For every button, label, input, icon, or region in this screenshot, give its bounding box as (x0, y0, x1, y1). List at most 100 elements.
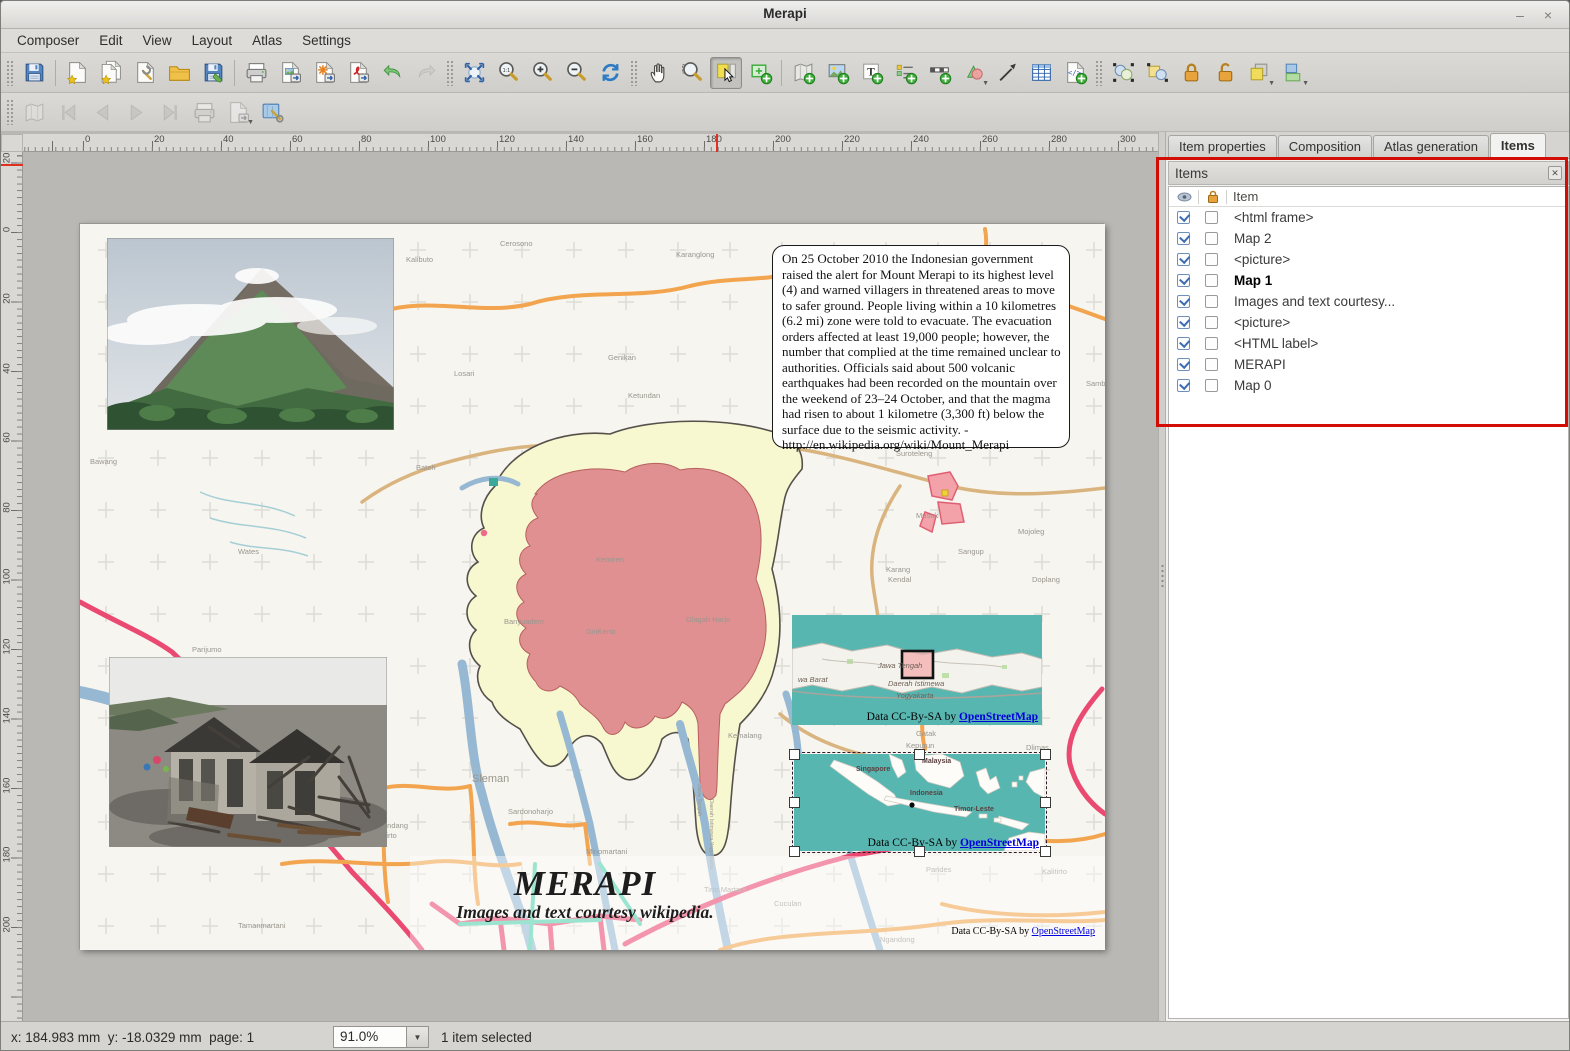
lock-items-button[interactable] (1175, 57, 1207, 89)
visibility-checkbox[interactable] (1177, 232, 1190, 245)
pan-button[interactable] (642, 57, 674, 89)
selection-handle[interactable] (789, 846, 800, 857)
previous-feature-button[interactable] (86, 96, 118, 128)
zoom-tool-button[interactable] (676, 57, 708, 89)
add-label-button[interactable]: T (855, 57, 887, 89)
zoom-level-value[interactable]: 91.0% (333, 1026, 407, 1048)
duplicate-composition-button[interactable] (95, 57, 127, 89)
lock-checkbox[interactable] (1205, 253, 1218, 266)
lock-checkbox[interactable] (1205, 337, 1218, 350)
selection-handle[interactable] (914, 749, 925, 760)
items-tree[interactable]: Item <html frame>Map 2<picture>Map 1Imag… (1168, 186, 1569, 1019)
lock-checkbox[interactable] (1205, 274, 1218, 287)
panel-close-icon[interactable]: ✕ (1548, 166, 1562, 180)
zoom-out-button[interactable] (560, 57, 592, 89)
osm-link[interactable]: OpenStreetMap (1032, 926, 1095, 937)
selection-handle[interactable] (789, 797, 800, 808)
osm-link[interactable]: OpenStreetMap (959, 711, 1038, 723)
preview-atlas-button[interactable] (18, 96, 50, 128)
zoom-actual-size-button[interactable]: 1:1 (492, 57, 524, 89)
visibility-checkbox[interactable] (1177, 379, 1190, 392)
lock-checkbox[interactable] (1205, 211, 1218, 224)
first-feature-button[interactable] (52, 96, 84, 128)
menu-edit[interactable]: Edit (89, 31, 132, 50)
new-composition-button[interactable] (61, 57, 93, 89)
visibility-checkbox[interactable] (1177, 211, 1190, 224)
zoom-full-button[interactable] (458, 57, 490, 89)
add-legend-button[interactable] (889, 57, 921, 89)
composition-page[interactable]: CerosonoKaranglongKalibutoWanujoyoGenika… (79, 223, 1104, 949)
add-arrow-button[interactable] (991, 57, 1023, 89)
select-move-item-button[interactable] (710, 57, 742, 89)
move-item-content-button[interactable] (744, 57, 776, 89)
last-feature-button[interactable] (154, 96, 186, 128)
export-as-svg-button[interactable] (308, 57, 340, 89)
map-title-block[interactable]: MERAPI Images and text courtesy wikipedi… (410, 864, 760, 923)
item-row[interactable]: <picture> (1169, 312, 1568, 333)
item-row[interactable]: Map 2 (1169, 228, 1568, 249)
add-image-button[interactable] (821, 57, 853, 89)
redo-button[interactable] (410, 57, 442, 89)
selection-handle[interactable] (1040, 749, 1051, 760)
save-as-template-button[interactable] (197, 57, 229, 89)
add-shape-button[interactable]: ▼ (957, 57, 989, 89)
align-items-dropdown-arrow-icon[interactable]: ▼ (1302, 80, 1309, 87)
courtesy-label[interactable]: Images and text courtesy wikipedia. (410, 902, 760, 923)
item-row[interactable]: Images and text courtesy... (1169, 291, 1568, 312)
merapi-title-label[interactable]: MERAPI (410, 864, 760, 904)
toolbar-grip-handle[interactable] (1095, 60, 1103, 86)
export-atlas-dropdown-arrow-icon[interactable]: ▼ (247, 119, 254, 126)
menu-layout[interactable]: Layout (182, 31, 243, 50)
item-row[interactable]: Map 1 (1169, 270, 1568, 291)
item-row[interactable]: Map 0 (1169, 375, 1568, 396)
print-atlas-button[interactable] (188, 96, 220, 128)
unlock-items-button[interactable] (1209, 57, 1241, 89)
toolbar-grip-handle[interactable] (446, 60, 454, 86)
item-row[interactable]: <html frame> (1169, 207, 1568, 228)
lock-checkbox[interactable] (1205, 379, 1218, 392)
lock-checkbox[interactable] (1205, 295, 1218, 308)
menu-atlas[interactable]: Atlas (242, 31, 292, 50)
visibility-checkbox[interactable] (1177, 316, 1190, 329)
title-bar[interactable]: Merapi – × (1, 1, 1569, 29)
tab-atlas-generation[interactable]: Atlas generation (1373, 135, 1489, 158)
java-inset-map-item[interactable]: Data CC-By-SA by OpenStreetMap wa BaratJ… (792, 615, 1042, 725)
toolbar-grip-handle[interactable] (630, 60, 638, 86)
visibility-checkbox[interactable] (1177, 295, 1190, 308)
print-button[interactable] (240, 57, 272, 89)
item-row[interactable]: MERAPI (1169, 354, 1568, 375)
selection-handle[interactable] (914, 846, 925, 857)
zoom-level-combo[interactable]: 91.0% ▼ (333, 1026, 429, 1048)
raise-items-dropdown-arrow-icon[interactable]: ▼ (1268, 80, 1275, 87)
selection-handle[interactable] (1040, 846, 1051, 857)
lock-checkbox[interactable] (1205, 358, 1218, 371)
export-as-image-button[interactable] (274, 57, 306, 89)
export-atlas-button[interactable]: ▼ (222, 96, 254, 128)
selection-handle[interactable] (1040, 797, 1051, 808)
ungroup-items-button[interactable] (1141, 57, 1173, 89)
destroyed-houses-photo-item[interactable] (109, 657, 387, 847)
undo-button[interactable] (376, 57, 408, 89)
menu-view[interactable]: View (133, 31, 182, 50)
toolbar-grip-handle[interactable] (6, 99, 14, 125)
add-attribute-table-button[interactable] (1025, 57, 1057, 89)
save-project-button[interactable] (18, 57, 50, 89)
indonesia-inset-map-item[interactable]: Data CC-By-SA by OpenStreetMap Singapore… (794, 754, 1045, 851)
raise-items-button[interactable]: ▼ (1243, 57, 1275, 89)
visibility-checkbox[interactable] (1177, 337, 1190, 350)
add-html-frame-button[interactable]: </> (1059, 57, 1091, 89)
toolbar-grip-handle[interactable] (6, 60, 14, 86)
selection-handle[interactable] (789, 749, 800, 760)
add-scalebar-button[interactable] (923, 57, 955, 89)
menu-composer[interactable]: Composer (7, 31, 89, 50)
merapi-photo-item[interactable] (107, 238, 394, 430)
minimize-button[interactable]: – (1509, 5, 1531, 25)
zoom-dropdown-arrow-icon[interactable]: ▼ (407, 1026, 429, 1048)
lock-checkbox[interactable] (1205, 316, 1218, 329)
tab-item-properties[interactable]: Item properties (1168, 135, 1277, 158)
close-button[interactable]: × (1537, 5, 1559, 25)
html-label-item[interactable]: On 25 October 2010 the Indonesian govern… (772, 245, 1070, 448)
composer-canvas[interactable]: CerosonoKaranglongKalibutoWanujoyoGenika… (23, 152, 1158, 1021)
next-feature-button[interactable] (120, 96, 152, 128)
panel-splitter[interactable] (1158, 132, 1166, 1021)
